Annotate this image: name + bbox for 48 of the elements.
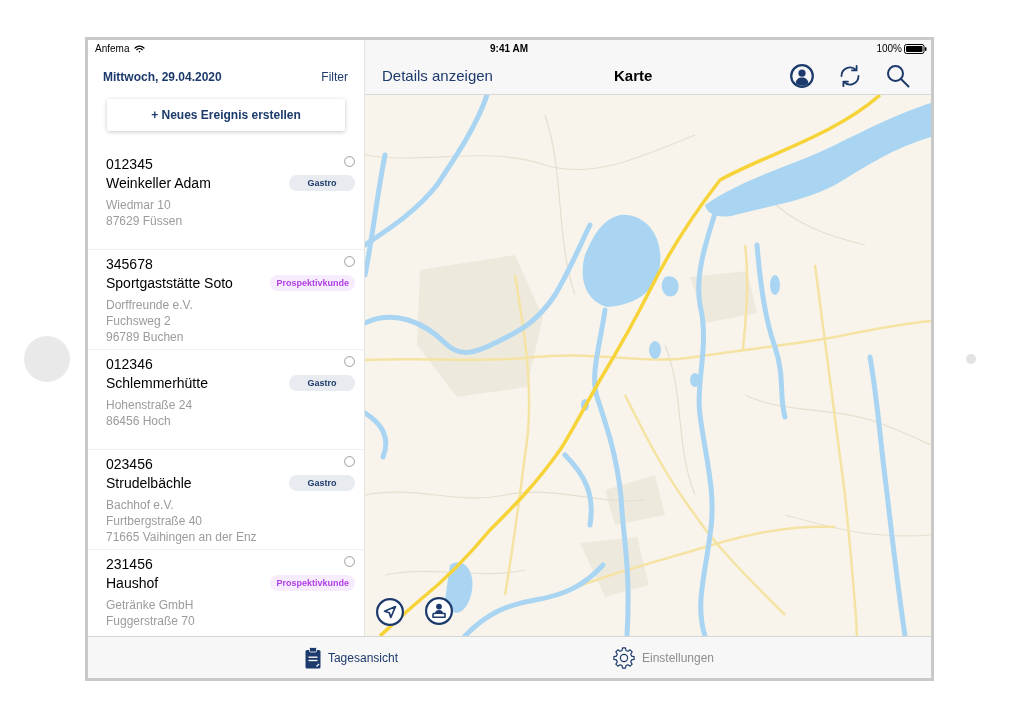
category-tag: Prospektivkunde (270, 574, 355, 591)
search-icon[interactable] (886, 64, 910, 88)
tab[interactable]: Tagesansicht (304, 646, 398, 669)
customer-number: 231456 (106, 555, 154, 573)
customer-number: 012345 (106, 155, 154, 173)
address-line: 87629 Füssen (106, 213, 184, 229)
address-line: Hohenstraße 24 (106, 397, 194, 413)
customer-name: Sportgaststätte Soto (106, 274, 234, 293)
carrier-name: Anfema (95, 43, 130, 55)
address-line: 96789 Buchen (106, 329, 185, 345)
new-event-button[interactable]: + Neues Ereignis erstellen (107, 99, 345, 131)
wifi-icon (134, 45, 146, 53)
customer-name: Weinkeller Adam (106, 174, 212, 193)
address-line: Furtbergstraße 40 (106, 513, 204, 529)
address-line: Bachhof e.V. (106, 497, 175, 513)
radio-icon[interactable] (344, 355, 355, 367)
date-title: Mittwoch, 29.04.2020 (103, 68, 222, 86)
address-line: Fuggerstraße 70 (106, 613, 196, 629)
customer-number: 345678 (106, 255, 154, 273)
customer-number: 012346 (106, 355, 154, 373)
category-tag: Gastro (289, 374, 355, 391)
customer-number: 023456 (106, 455, 154, 473)
radio-icon[interactable] (344, 255, 355, 267)
address-line: Wiedmar 10 (106, 197, 172, 213)
battery-percent: 100% (876, 43, 902, 55)
customer-name: Strudelbächle (106, 474, 193, 493)
battery-icon (904, 44, 927, 54)
address-line: 86456 Hoch (106, 413, 172, 429)
category-tag: Gastro (289, 174, 355, 191)
filter-button[interactable]: Filter (321, 67, 348, 86)
gear-icon (613, 646, 635, 669)
address-line: 71665 Vaihingen an der Enz (106, 529, 258, 545)
status-time: 9:41 AM (490, 43, 528, 55)
customer-name: Schlemmerhütte (106, 374, 209, 393)
radio-icon[interactable] (344, 155, 355, 167)
refresh-icon[interactable] (838, 64, 862, 88)
details-link[interactable]: Details anzeigen (382, 64, 493, 88)
customer-name: Haushof (106, 574, 160, 593)
category-tag: Prospektivkunde (270, 274, 355, 291)
address-line: Dorffreunde e.V. (106, 297, 194, 313)
address-line: Getränke GmbH (106, 597, 195, 613)
nav-title: Karte (614, 65, 653, 86)
radio-icon[interactable] (344, 555, 355, 567)
address-line: Fuchsweg 2 (106, 313, 172, 329)
category-tag: Gastro (289, 474, 355, 491)
user-circle-icon[interactable] (790, 64, 814, 88)
clipboard-icon (304, 646, 321, 669)
radio-icon[interactable] (344, 455, 355, 467)
